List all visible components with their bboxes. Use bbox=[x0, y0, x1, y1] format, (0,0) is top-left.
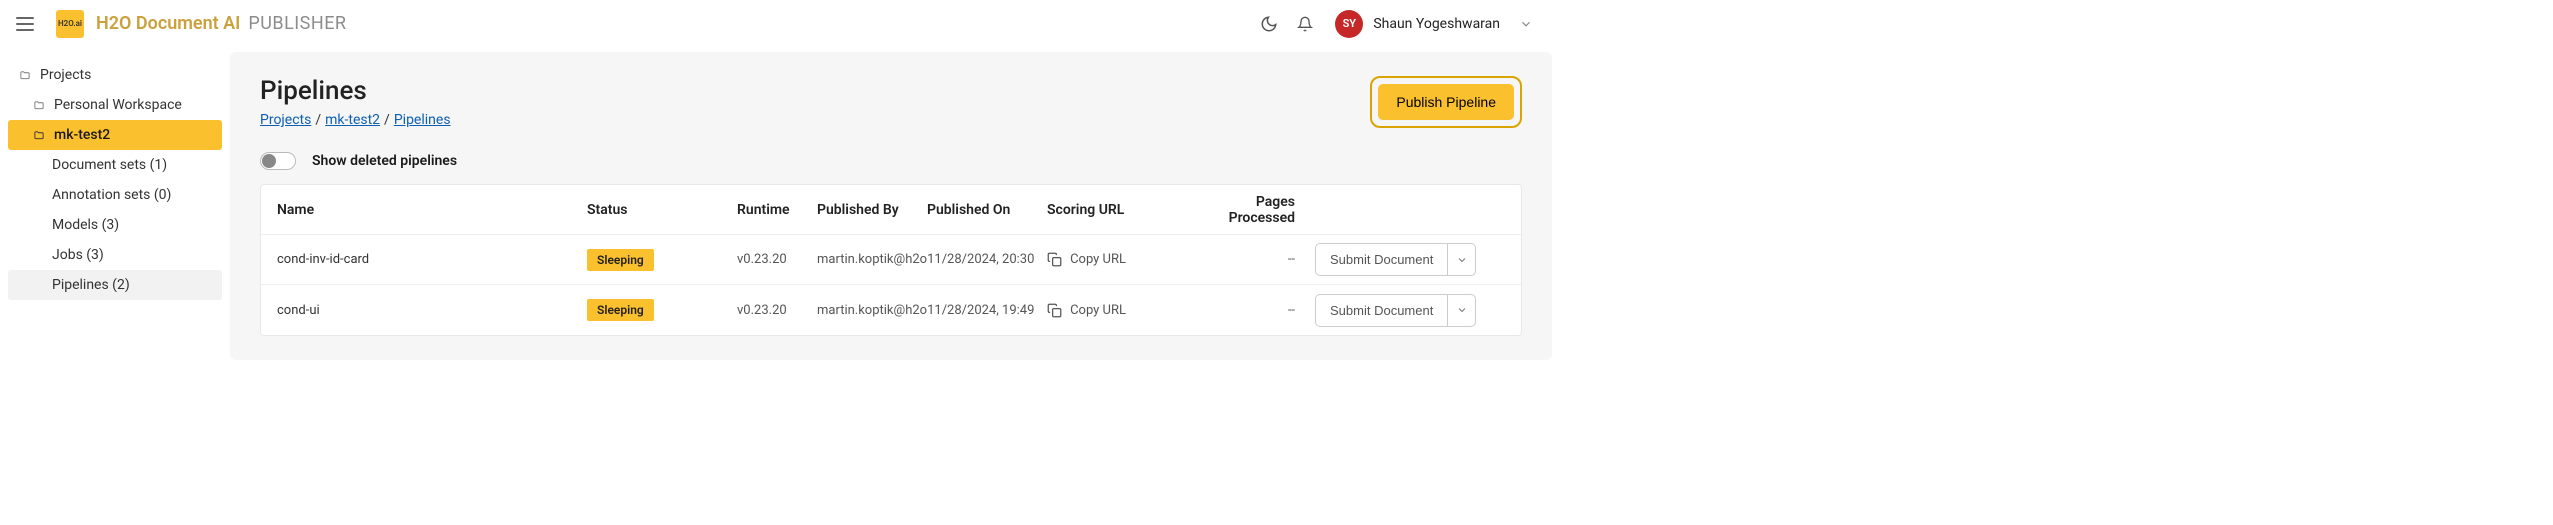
published-by-value: martin.koptik@h2o bbox=[817, 252, 927, 267]
pipelines-table: Name Status Runtime Published By Publish… bbox=[260, 184, 1522, 336]
user-menu-chevron-icon[interactable] bbox=[1508, 6, 1544, 42]
runtime-value: v0.23.20 bbox=[737, 252, 817, 267]
menu-toggle-icon[interactable] bbox=[16, 17, 34, 31]
col-scoring-url: Scoring URL bbox=[1047, 202, 1217, 218]
sidebar-root-label: Projects bbox=[40, 67, 91, 83]
col-runtime: Runtime bbox=[737, 202, 817, 218]
sidebar-item-annotation-sets[interactable]: Annotation sets (0) bbox=[8, 180, 222, 210]
copy-icon bbox=[1047, 303, 1062, 318]
published-on-value: 11/28/2024, 20:30 bbox=[927, 252, 1047, 267]
submit-menu-button[interactable] bbox=[1448, 294, 1476, 327]
col-name: Name bbox=[277, 202, 587, 218]
user-name: Shaun Yogeshwaran bbox=[1373, 16, 1500, 32]
breadcrumb-current[interactable]: Pipelines bbox=[394, 112, 451, 128]
show-deleted-label: Show deleted pipelines bbox=[312, 153, 457, 169]
sidebar-workspace[interactable]: Personal Workspace bbox=[8, 90, 222, 120]
publish-highlight: Publish Pipeline bbox=[1370, 76, 1522, 128]
breadcrumb-project[interactable]: mk-test2 bbox=[325, 112, 380, 128]
sidebar-root-projects[interactable]: Projects bbox=[8, 60, 222, 90]
col-status: Status bbox=[587, 202, 737, 218]
col-pages-processed: Pages Processed bbox=[1217, 194, 1315, 226]
copy-url-button[interactable]: Copy URL bbox=[1047, 303, 1217, 318]
sidebar-item-pipelines[interactable]: Pipelines (2) bbox=[8, 270, 222, 300]
chevron-down-icon bbox=[1456, 254, 1468, 266]
notifications-icon[interactable] bbox=[1287, 6, 1323, 42]
table-row: cond-ui Sleeping v0.23.20 martin.koptik@… bbox=[261, 285, 1521, 335]
pages-processed-value: -- bbox=[1217, 252, 1315, 267]
folder-icon bbox=[18, 70, 32, 81]
sidebar-item-document-sets[interactable]: Document sets (1) bbox=[8, 150, 222, 180]
publish-pipeline-button[interactable]: Publish Pipeline bbox=[1378, 84, 1514, 120]
col-published-by: Published By bbox=[817, 202, 927, 218]
submit-document-button[interactable]: Submit Document bbox=[1315, 294, 1448, 327]
folder-icon bbox=[32, 100, 46, 111]
table-header: Name Status Runtime Published By Publish… bbox=[261, 185, 1521, 235]
published-on-value: 11/28/2024, 19:49 bbox=[927, 303, 1047, 318]
breadcrumb: Projects/mk-test2/Pipelines bbox=[260, 112, 451, 128]
submit-menu-button[interactable] bbox=[1448, 243, 1476, 276]
brand-logo: H2O.ai bbox=[56, 10, 84, 38]
sidebar-workspace-label: Personal Workspace bbox=[54, 97, 182, 113]
sidebar: Projects Personal Workspace mk-test2 Doc… bbox=[0, 48, 230, 368]
show-deleted-toggle[interactable] bbox=[260, 152, 296, 170]
chevron-down-icon bbox=[1456, 304, 1468, 316]
sidebar-item-jobs[interactable]: Jobs (3) bbox=[8, 240, 222, 270]
pages-processed-value: -- bbox=[1217, 303, 1315, 318]
pipeline-name[interactable]: cond-ui bbox=[277, 303, 587, 318]
page-title: Pipelines bbox=[260, 76, 451, 106]
sidebar-project-label: mk-test2 bbox=[54, 127, 110, 143]
table-row: cond-inv-id-card Sleeping v0.23.20 marti… bbox=[261, 235, 1521, 285]
copy-icon bbox=[1047, 252, 1062, 267]
theme-toggle-icon[interactable] bbox=[1251, 6, 1287, 42]
pipeline-name[interactable]: cond-inv-id-card bbox=[277, 252, 587, 267]
runtime-value: v0.23.20 bbox=[737, 303, 817, 318]
folder-icon bbox=[32, 130, 46, 141]
app-title: H2O Document AI bbox=[96, 13, 240, 34]
submit-document-button[interactable]: Submit Document bbox=[1315, 243, 1448, 276]
copy-url-label: Copy URL bbox=[1070, 303, 1126, 318]
main-content: Pipelines Projects/mk-test2/Pipelines Pu… bbox=[230, 52, 1552, 360]
copy-url-label: Copy URL bbox=[1070, 252, 1126, 267]
published-by-value: martin.koptik@h2o bbox=[817, 303, 927, 318]
user-avatar[interactable]: SY bbox=[1335, 10, 1363, 38]
status-badge: Sleeping bbox=[587, 249, 654, 271]
app-subtitle: PUBLISHER bbox=[248, 13, 346, 34]
col-published-on: Published On bbox=[927, 202, 1047, 218]
breadcrumb-projects[interactable]: Projects bbox=[260, 112, 311, 128]
sidebar-project-active[interactable]: mk-test2 bbox=[8, 120, 222, 150]
sidebar-item-models[interactable]: Models (3) bbox=[8, 210, 222, 240]
status-badge: Sleeping bbox=[587, 299, 654, 321]
copy-url-button[interactable]: Copy URL bbox=[1047, 252, 1217, 267]
